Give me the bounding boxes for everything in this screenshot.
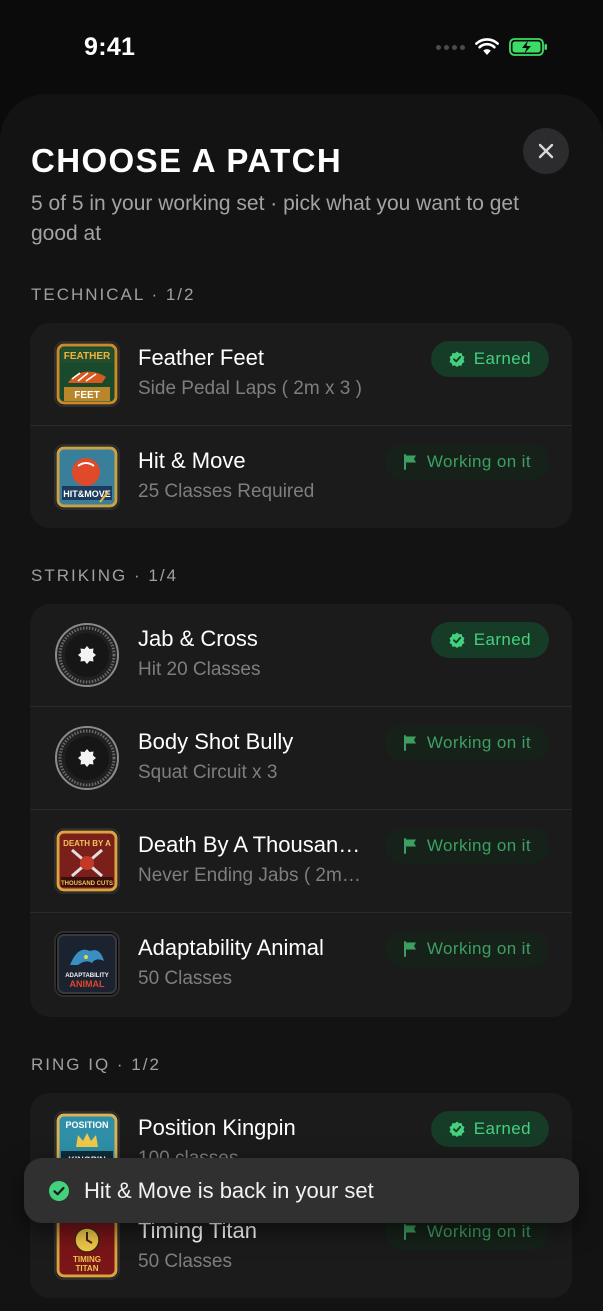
adaptability-patch-bottom-text: ANIMAL bbox=[70, 979, 105, 989]
choose-patch-sheet: CHOOSE A PATCH 5 of 5 in your working se… bbox=[0, 94, 603, 1311]
patch-requirement: Side Pedal Laps ( 2m x 3 ) bbox=[138, 378, 362, 399]
feather-feet-patch-icon: FEATHER FEET bbox=[54, 341, 120, 407]
patch-row-jab-and-cross[interactable]: Jab & Cross Hit 20 Classes Earned bbox=[30, 604, 572, 707]
patch-title: Jab & Cross bbox=[138, 626, 258, 651]
earned-badge: Earned bbox=[430, 622, 549, 658]
patch-title: Death By A Thousand Cuts bbox=[138, 832, 364, 857]
section-title-technical: TECHNICAL · 1/2 bbox=[31, 285, 196, 304]
patch-requirement: 50 Classes bbox=[138, 968, 232, 989]
verified-check-icon bbox=[449, 1121, 465, 1137]
death-patch-top-text: DEATH BY A bbox=[63, 839, 111, 848]
timing-titan-patch-bottom-text: TITAN bbox=[76, 1264, 99, 1273]
hit-and-move-patch-icon: HIT&MOVE bbox=[54, 444, 120, 510]
earned-badge: Earned bbox=[430, 341, 549, 377]
wifi-icon bbox=[475, 38, 499, 55]
working-badge: Working on it bbox=[384, 725, 549, 761]
death-by-a-thousand-cuts-patch-icon: DEATH BY A THOUSAND CUTS bbox=[54, 828, 120, 894]
earned-badge: Earned bbox=[430, 1111, 549, 1147]
patch-title: Adaptability Animal bbox=[138, 935, 324, 960]
flag-icon bbox=[403, 454, 416, 470]
earned-label: Earned bbox=[473, 1119, 531, 1138]
check-circle-icon bbox=[49, 1180, 69, 1201]
patch-row-feather-feet[interactable]: FEATHER FEET Feather Feet Side Pedal Lap… bbox=[30, 323, 572, 426]
flag-icon bbox=[403, 941, 416, 957]
patch-requirement: Squat Circuit x 3 bbox=[138, 762, 278, 783]
patch-requirement: Never Ending Jabs ( 2m x 3 ) bbox=[138, 865, 364, 886]
battery-charging-icon bbox=[509, 38, 547, 56]
earned-label: Earned bbox=[473, 349, 531, 368]
page-subtitle: 5 of 5 in your working set · pick what y… bbox=[31, 192, 519, 245]
working-label: Working on it bbox=[426, 939, 531, 958]
working-label: Working on it bbox=[426, 836, 531, 855]
section-title-striking: STRIKING · 1/4 bbox=[31, 566, 179, 585]
patch-requirement: 25 Classes Required bbox=[138, 481, 315, 502]
feather-feet-patch-top-text: FEATHER bbox=[64, 351, 111, 362]
flag-icon bbox=[403, 1224, 416, 1240]
feather-feet-patch-bottom-text: FEET bbox=[74, 390, 100, 401]
patch-requirement: Hit 20 Classes bbox=[138, 659, 261, 680]
placeholder-round-badge-icon bbox=[54, 725, 120, 791]
patch-row-body-shot-bully[interactable]: Body Shot Bully Squat Circuit x 3 Workin… bbox=[30, 707, 572, 810]
page-title: CHOOSE A PATCH bbox=[31, 142, 343, 179]
kingpin-patch-top-text: POSITION bbox=[65, 1120, 108, 1130]
status-bar: 9:41 bbox=[0, 0, 603, 96]
earned-label: Earned bbox=[473, 630, 531, 649]
cellular-signal-icon bbox=[436, 44, 465, 50]
death-patch-bottom-text: THOUSAND CUTS bbox=[61, 881, 113, 887]
patch-title: Body Shot Bully bbox=[138, 729, 294, 754]
technical-card: FEATHER FEET Feather Feet Side Pedal Lap… bbox=[30, 323, 572, 528]
toast-message: Hit & Move is back in your set bbox=[84, 1177, 374, 1203]
close-button[interactable] bbox=[523, 128, 569, 174]
close-icon bbox=[538, 143, 554, 159]
status-icons bbox=[436, 37, 549, 57]
patch-row-death-by-a-thousand-cuts[interactable]: DEATH BY A THOUSAND CUTS Death By A Thou… bbox=[30, 810, 572, 913]
timing-titan-patch-top-text: TIMING bbox=[73, 1255, 101, 1264]
striking-card: Jab & Cross Hit 20 Classes Earned Body S bbox=[30, 604, 572, 1017]
patch-requirement: 50 Classes bbox=[138, 1251, 232, 1272]
working-badge: Working on it bbox=[384, 444, 549, 480]
adaptability-animal-patch-icon: ADAPTABILITY ANIMAL bbox=[54, 931, 120, 997]
status-time: 9:41 bbox=[84, 33, 136, 61]
patch-row-hit-and-move[interactable]: HIT&MOVE Hit & Move 25 Classes Required … bbox=[30, 426, 572, 528]
patch-title: Position Kingpin bbox=[138, 1115, 296, 1140]
working-label: Working on it bbox=[426, 452, 531, 471]
section-title-ring-iq: RING IQ · 1/2 bbox=[31, 1055, 161, 1074]
flag-icon bbox=[403, 735, 416, 751]
timing-titan-patch-icon: TIMING TITAN bbox=[54, 1214, 120, 1280]
verified-check-icon bbox=[449, 351, 465, 367]
patch-row-adaptability-animal[interactable]: ADAPTABILITY ANIMAL Adaptability Animal … bbox=[30, 913, 572, 1016]
placeholder-round-badge-icon bbox=[54, 622, 120, 688]
working-label: Working on it bbox=[426, 1222, 531, 1241]
patch-title: Feather Feet bbox=[138, 345, 264, 370]
toast-notification: Hit & Move is back in your set bbox=[24, 1158, 579, 1223]
working-badge: Working on it bbox=[384, 931, 549, 967]
verified-check-icon bbox=[449, 632, 465, 648]
patch-title: Hit & Move bbox=[138, 448, 246, 473]
working-label: Working on it bbox=[426, 733, 531, 752]
flag-icon bbox=[403, 838, 416, 854]
working-badge: Working on it bbox=[384, 828, 549, 864]
